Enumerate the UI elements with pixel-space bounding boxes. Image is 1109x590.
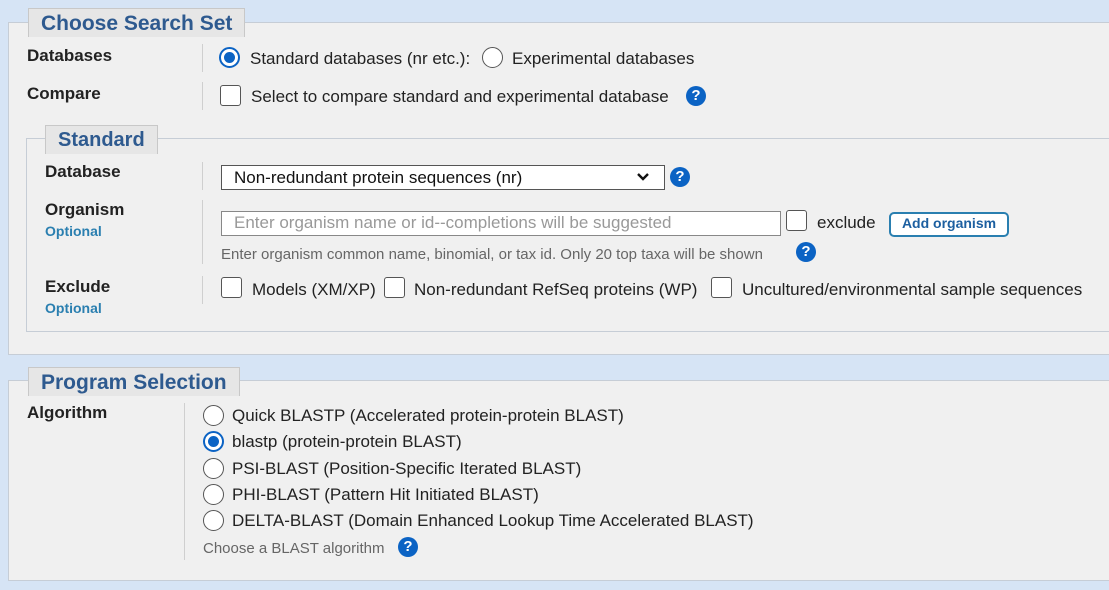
organism-hint: Enter organism common name, binomial, or… <box>221 246 763 263</box>
algorithm-radio-quick-blastp[interactable] <box>203 405 224 426</box>
algorithm-radio-delta-blast[interactable] <box>203 510 224 531</box>
exclude-optional-label: Optional <box>45 300 102 316</box>
organism-input[interactable]: Enter organism name or id--completions w… <box>221 211 781 236</box>
database-label: Database <box>45 162 121 181</box>
algorithm-label-quick-blastp: Quick BLASTP (Accelerated protein-protei… <box>232 406 624 425</box>
algorithm-radio-phi-blast[interactable] <box>203 484 224 505</box>
exclude-models-checkbox[interactable] <box>221 277 242 298</box>
exclude-uncultured-checkbox[interactable] <box>711 277 732 298</box>
chevron-down-icon <box>636 168 650 192</box>
compare-checkbox[interactable] <box>220 85 241 106</box>
database-select-value: Non-redundant protein sequences (nr) <box>234 168 523 187</box>
algorithm-label: Algorithm <box>27 403 108 422</box>
standard-databases-label: Standard databases (nr etc.): <box>250 49 471 68</box>
database-select[interactable]: Non-redundant protein sequences (nr) <box>221 165 665 190</box>
algorithm-label-blastp: blastp (protein-protein BLAST) <box>232 432 462 451</box>
compare-help-icon[interactable]: ? <box>686 86 706 106</box>
exclude-wp-checkbox[interactable] <box>384 277 405 298</box>
experimental-databases-radio[interactable] <box>482 47 503 68</box>
exclude-label: Exclude <box>45 277 111 296</box>
algorithm-radio-psi-blast[interactable] <box>203 458 224 479</box>
divider <box>202 44 203 72</box>
exclude-uncultured-label: Uncultured/environmental sample sequence… <box>742 280 1083 299</box>
standard-title: Standard <box>45 125 158 154</box>
search-set-title: Choose Search Set <box>28 8 246 37</box>
divider <box>202 82 203 110</box>
organism-label: Organism <box>45 200 125 219</box>
exclude-organism-label: exclude <box>817 213 876 232</box>
algorithm-label-psi-blast: PSI-BLAST (Position-Specific Iterated BL… <box>232 459 582 478</box>
standard-databases-radio[interactable] <box>219 47 240 68</box>
exclude-wp-label: Non-redundant RefSeq proteins (WP) <box>414 280 698 299</box>
compare-label: Compare <box>27 84 101 103</box>
database-help-icon[interactable]: ? <box>670 167 690 187</box>
divider <box>184 403 185 560</box>
organism-input-placeholder: Enter organism name or id--completions w… <box>234 213 672 232</box>
exclude-organism-checkbox[interactable] <box>786 210 807 231</box>
algorithm-hint: Choose a BLAST algorithm <box>203 540 385 557</box>
experimental-databases-label: Experimental databases <box>512 49 695 68</box>
algorithm-radio-blastp[interactable] <box>203 431 224 452</box>
organism-help-icon[interactable]: ? <box>796 242 816 262</box>
program-selection-title: Program Selection <box>28 367 240 396</box>
divider <box>202 162 203 190</box>
databases-label: Databases <box>27 46 113 65</box>
add-organism-button[interactable]: Add organism <box>889 212 1009 237</box>
algorithm-help-icon[interactable]: ? <box>398 537 418 557</box>
algorithm-label-delta-blast: DELTA-BLAST (Domain Enhanced Lookup Time… <box>232 511 754 530</box>
algorithm-label-phi-blast: PHI-BLAST (Pattern Hit Initiated BLAST) <box>232 485 539 504</box>
divider <box>202 200 203 264</box>
exclude-models-label: Models (XM/XP) <box>252 280 376 299</box>
compare-checkbox-label: Select to compare standard and experimen… <box>251 87 669 106</box>
divider <box>202 276 203 304</box>
organism-optional-label: Optional <box>45 223 102 239</box>
